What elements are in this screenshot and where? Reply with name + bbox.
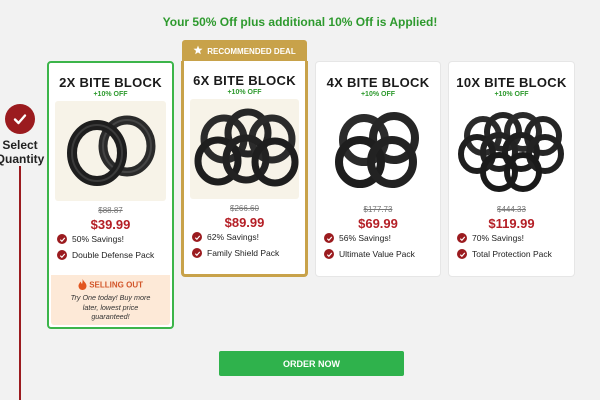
- selling-out-text: Try One today! Buy more later, lowest pr…: [70, 293, 151, 321]
- product-image: [322, 100, 434, 200]
- feature-item: 70% Savings!: [457, 233, 524, 243]
- star-icon: [193, 45, 203, 57]
- checkmark-icon: [5, 104, 35, 134]
- feature-item: Double Defense Pack: [57, 250, 154, 260]
- product-image: [55, 101, 166, 201]
- discount-banner: Your 50% Off plus additional 10% Off is …: [162, 15, 438, 29]
- check-icon: [457, 233, 467, 243]
- check-icon: [457, 249, 467, 259]
- feature-item: Family Shield Pack: [192, 248, 279, 258]
- product-image: [190, 99, 299, 199]
- recommended-deal-badge: RECOMMENDED DEAL: [182, 40, 307, 62]
- step-connector-line: [19, 166, 21, 400]
- package-card-4x[interactable]: 4X BITE BLOCK +10% OFF $177.73 $69.99 56…: [315, 61, 441, 277]
- card-title: 10X BITE BLOCK: [456, 75, 567, 90]
- current-price: $119.99: [488, 216, 535, 231]
- current-price: $39.99: [90, 217, 131, 232]
- feature-item: Total Protection Pack: [457, 249, 552, 259]
- check-icon: [57, 250, 67, 260]
- check-icon: [324, 249, 334, 259]
- feature-item: 62% Savings!: [192, 232, 259, 242]
- selling-out-notice: SELLING OUT Try One today! Buy more late…: [51, 275, 170, 325]
- feature-item: Ultimate Value Pack: [324, 249, 415, 259]
- package-card-10x[interactable]: 10X BITE BLOCK +10% OFF $444.33 $119.99 …: [448, 61, 575, 277]
- card-title: 2X BITE BLOCK: [59, 75, 162, 90]
- check-icon: [192, 232, 202, 242]
- old-price: $444.33: [497, 205, 526, 214]
- old-price: $177.73: [363, 205, 393, 214]
- card-discount: +10% OFF: [360, 91, 396, 98]
- package-card-6x[interactable]: 6X BITE BLOCK +10% OFF $266.60 $89.99 62…: [181, 61, 308, 277]
- product-image: [455, 100, 568, 200]
- current-price: $69.99: [358, 216, 398, 231]
- current-price: $89.99: [224, 215, 265, 230]
- fire-icon: [78, 279, 87, 292]
- old-price: $88.87: [98, 206, 123, 215]
- card-discount: +10% OFF: [227, 89, 262, 96]
- card-discount: +10% OFF: [93, 91, 128, 98]
- feature-item: 50% Savings!: [57, 234, 124, 244]
- check-icon: [57, 234, 67, 244]
- selling-out-title: SELLING OUT: [51, 279, 170, 292]
- card-title: 4X BITE BLOCK: [326, 75, 430, 90]
- package-card-2x[interactable]: 2X BITE BLOCK +10% OFF $88.87 $39.99 50%…: [47, 61, 174, 329]
- step-label: Select Quantity: [0, 138, 45, 166]
- card-discount: +10% OFF: [494, 91, 529, 98]
- feature-item: 56% Savings!: [324, 233, 391, 243]
- old-price: $266.60: [230, 204, 259, 213]
- order-now-button[interactable]: ORDER NOW: [219, 351, 404, 376]
- check-icon: [324, 233, 334, 243]
- check-icon: [192, 248, 202, 258]
- card-title: 6X BITE BLOCK: [193, 73, 296, 88]
